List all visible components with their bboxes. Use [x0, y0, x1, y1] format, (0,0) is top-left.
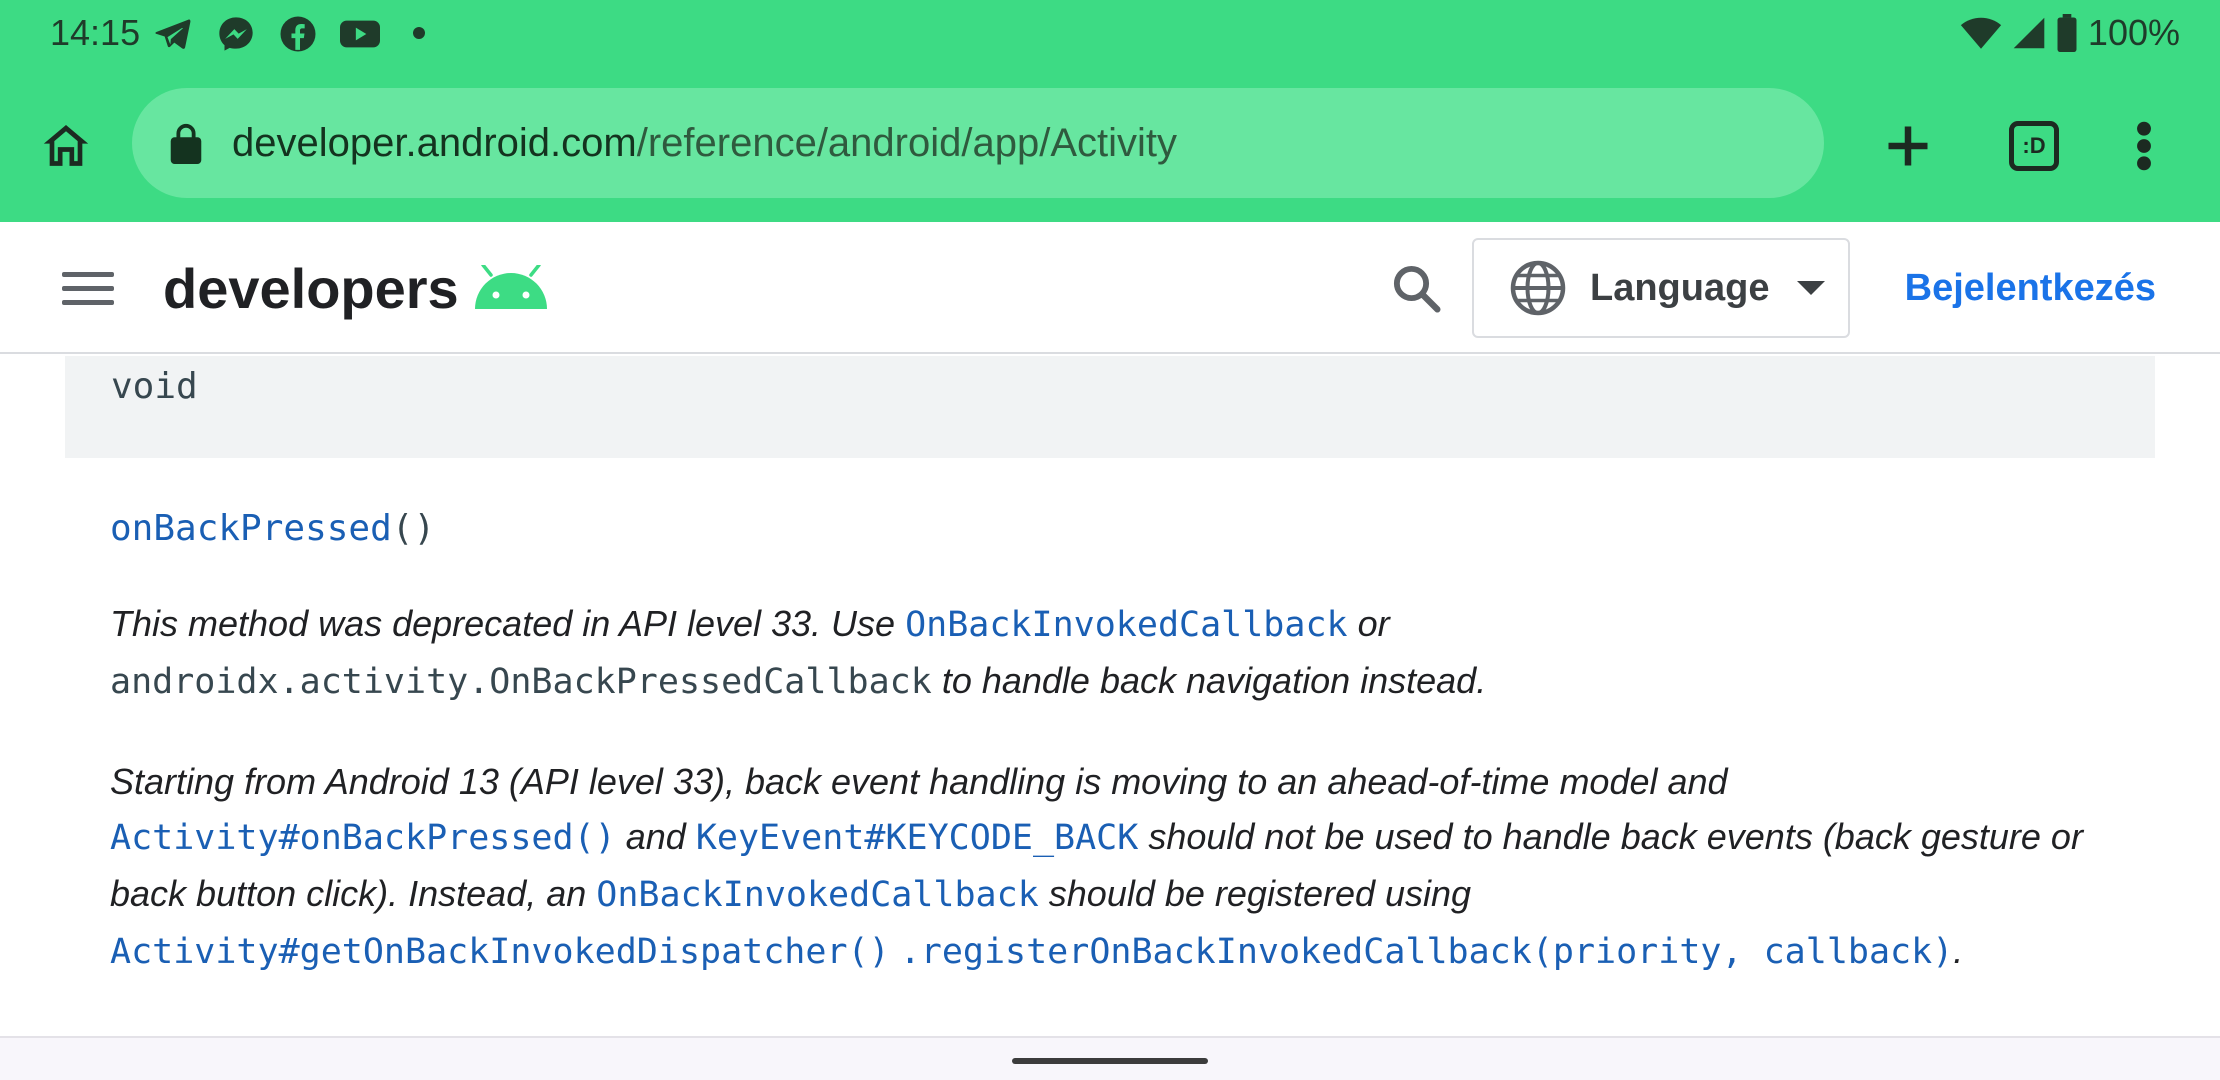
text-span: to handle back navigation instead.	[931, 660, 1487, 701]
system-nav-bar	[0, 1036, 2220, 1080]
url-path: /reference/android/app/Activity	[636, 121, 1178, 165]
language-selector[interactable]: Language	[1472, 238, 1850, 338]
return-type-code-block: void	[65, 356, 2155, 458]
lock-icon[interactable]	[168, 122, 204, 164]
url-domain: developer.android.com	[232, 121, 637, 165]
reference-content: void onBackPressed() This method was dep…	[0, 356, 2220, 1036]
messenger-icon	[219, 17, 253, 51]
site-search-button[interactable]	[1380, 252, 1452, 324]
url-text[interactable]: developer.android.com/reference/android/…	[232, 118, 1177, 168]
get-dispatcher-link[interactable]: Activity#getOnBackInvokedDispatcher()	[110, 932, 890, 972]
text-span: .	[1953, 930, 1964, 971]
status-bar: 14:15 100%	[0, 0, 2220, 66]
battery-percent: 100%	[2087, 12, 2180, 53]
text-span: Starting from Android 13 (API level 33),…	[110, 761, 1728, 802]
method-signature: onBackPressed()	[110, 502, 435, 555]
status-right: 100%	[1960, 10, 2180, 56]
text-span: This method was deprecated in API level …	[110, 603, 906, 644]
more-notifications-dot	[413, 27, 425, 39]
address-bar[interactable]: developer.android.com/reference/android/…	[132, 88, 1824, 198]
return-type: void	[111, 366, 198, 407]
signin-link[interactable]: Bejelentkezés	[1905, 262, 2156, 314]
home-button[interactable]	[30, 110, 102, 182]
language-label: Language	[1590, 266, 1770, 309]
plus-icon	[1888, 126, 1928, 166]
text-span: should be registered using	[1038, 873, 1472, 914]
android13-notice: Starting from Android 13 (API level 33),…	[110, 754, 2130, 980]
signal-icon	[2013, 17, 2045, 49]
more-vert-icon	[2137, 121, 2151, 171]
telegram-icon	[155, 19, 191, 49]
tab-count: :D	[2009, 121, 2059, 171]
search-icon	[1393, 265, 1441, 313]
onbackinvokedcallback-link[interactable]: OnBackInvokedCallback	[905, 605, 1348, 645]
site-logo[interactable]: developers	[163, 250, 549, 326]
deprecation-notice: This method was deprecated in API level …	[110, 596, 2130, 710]
text-span: and	[615, 816, 696, 857]
hamburger-menu-button[interactable]	[52, 258, 124, 318]
register-callback-link[interactable]: .registerOnBackInvokedCallback(priority,…	[900, 932, 1954, 972]
text-span: or	[1347, 603, 1390, 644]
activity-onbackpressed-link[interactable]: Activity#onBackPressed()	[110, 818, 616, 858]
status-time: 14:15	[50, 12, 141, 53]
globe-icon	[1510, 260, 1566, 316]
tab-switcher-button[interactable]: :D	[1998, 110, 2070, 182]
method-parens: ()	[391, 508, 436, 549]
facebook-icon	[280, 16, 316, 52]
brand-text: developers	[163, 256, 459, 320]
method-name-link[interactable]: onBackPressed	[110, 508, 392, 549]
site-header: developers Language Bejelentkezés	[0, 222, 2220, 354]
keycode-back-link[interactable]: KeyEvent#KEYCODE_BACK	[696, 818, 1139, 858]
wifi-icon	[1960, 17, 2002, 49]
browser-toolbar: developer.android.com/reference/android/…	[0, 66, 2220, 222]
menu-icon-bar	[62, 285, 114, 291]
chevron-down-icon	[1797, 281, 1826, 295]
android-head-icon	[474, 265, 547, 309]
youtube-icon	[340, 20, 380, 48]
menu-icon-bar	[62, 299, 114, 305]
onbackinvokedcallback-link[interactable]: OnBackInvokedCallback	[596, 875, 1039, 915]
battery-icon	[2057, 14, 2077, 52]
gesture-handle[interactable]	[1012, 1058, 1208, 1064]
home-icon	[43, 125, 89, 166]
browser-menu-button[interactable]	[2108, 110, 2180, 182]
new-tab-button[interactable]	[1872, 110, 1944, 182]
menu-icon-bar	[62, 271, 114, 277]
onbackpressedcallback-code: androidx.activity.OnBackPressedCallback	[110, 662, 932, 702]
